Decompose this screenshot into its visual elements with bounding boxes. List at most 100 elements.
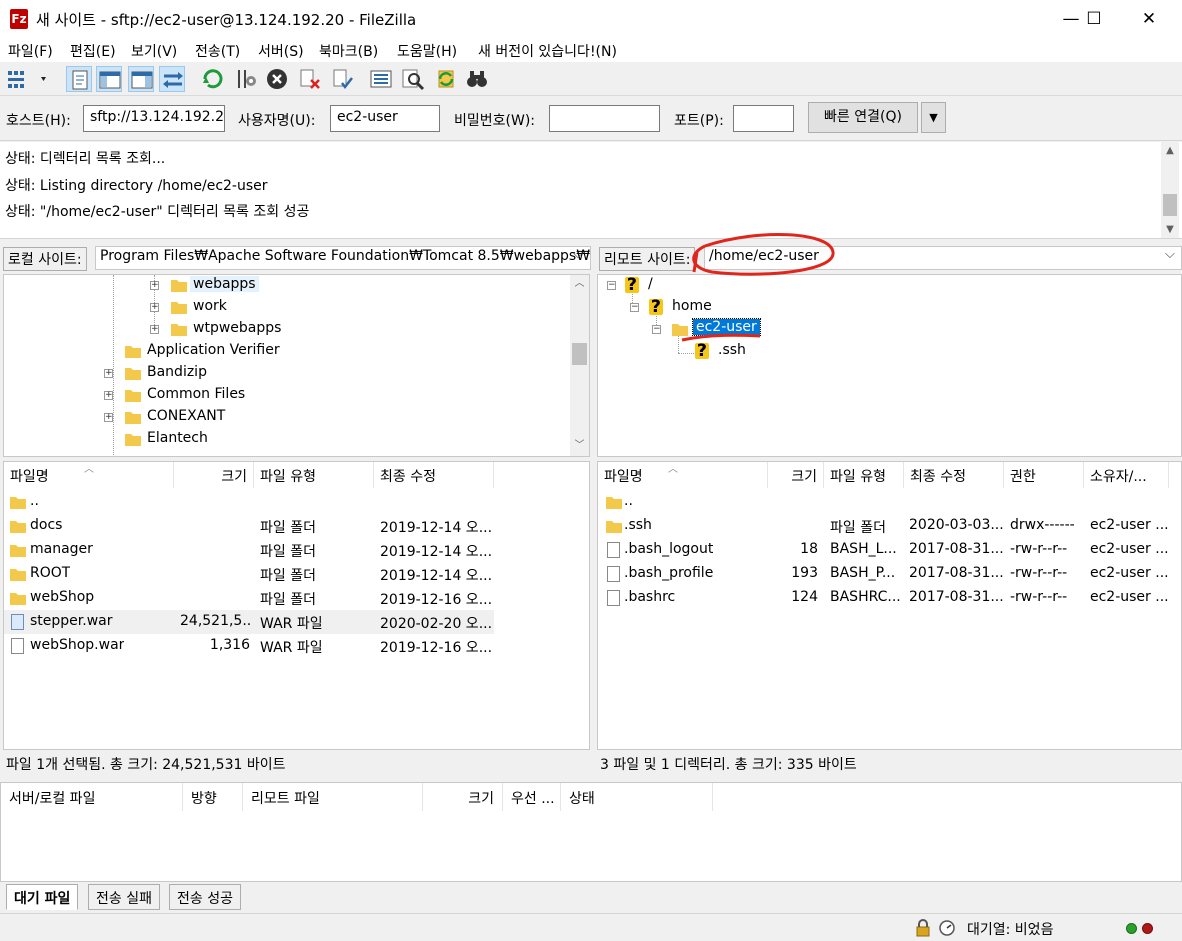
queue-header-size[interactable]: 크기	[423, 783, 503, 811]
menu-transfer[interactable]: 전송(T)	[195, 41, 240, 61]
queue-header-status[interactable]: 상태	[561, 783, 713, 811]
scroll-down-icon[interactable]: ﹀	[570, 437, 589, 454]
column-header-modified[interactable]: 최종 수정	[374, 462, 494, 488]
collapse-icon[interactable]: −	[630, 303, 639, 312]
host-input[interactable]: sftp://13.124.192.20	[83, 105, 225, 132]
quickconnect-history-dropdown[interactable]: ▼	[921, 102, 946, 133]
table-row[interactable]: .bashrc 124 BASHRC... 2017-08-31... -rw-…	[598, 586, 1181, 610]
local-site-bar: 로컬 사이트: Program Files₩Apache Software Fo…	[0, 243, 593, 273]
table-row[interactable]: ROOT 파일 폴더 2019-12-14 오...	[4, 562, 589, 586]
local-tree-scrollbar[interactable]: ︿ ﹀	[570, 275, 589, 456]
menu-view[interactable]: 보기(V)	[131, 41, 177, 61]
toggle-local-tree-icon[interactable]	[96, 66, 122, 92]
tree-node-ec2-user[interactable]: ec2-user	[692, 318, 761, 336]
collapse-icon[interactable]: −	[607, 281, 616, 290]
expand-icon[interactable]: +	[150, 281, 159, 290]
process-queue-icon[interactable]	[233, 66, 259, 92]
tree-node-work[interactable]: work	[193, 298, 227, 314]
scroll-down-icon[interactable]: ▼	[1161, 221, 1179, 238]
tree-node-ssh[interactable]: .ssh	[718, 342, 746, 358]
scroll-thumb[interactable]	[1163, 194, 1177, 216]
compare-directories-icon[interactable]	[433, 66, 459, 92]
menu-help[interactable]: 도움말(H)	[397, 41, 457, 61]
table-row[interactable]: .ssh 파일 폴더 2020-03-03... drwx------ ec2-…	[598, 514, 1181, 538]
column-header-owner[interactable]: 소유자/...	[1084, 462, 1169, 488]
table-row[interactable]: .bash_profile 193 BASH_P... 2017-08-31..…	[598, 562, 1181, 586]
column-header-permissions[interactable]: 권한	[1004, 462, 1084, 488]
quickconnect-button[interactable]: 빠른 연결(Q)	[808, 102, 918, 133]
table-row[interactable]: ..	[4, 490, 589, 514]
table-row[interactable]: ..	[598, 490, 1181, 514]
tree-node-conexant[interactable]: CONEXANT	[147, 408, 225, 424]
directory-listing-filters-icon[interactable]	[368, 66, 394, 92]
cancel-operation-icon[interactable]	[264, 66, 290, 92]
local-path-input[interactable]: Program Files₩Apache Software Foundation…	[95, 246, 591, 270]
tree-node-common-files[interactable]: Common Files	[147, 386, 245, 402]
table-row[interactable]: manager 파일 폴더 2019-12-14 오...	[4, 538, 589, 562]
remote-status: 3 파일 및 1 디렉터리. 총 크기: 335 바이트	[600, 757, 857, 773]
port-input[interactable]	[733, 105, 794, 132]
tree-node-application-verifier[interactable]: Application Verifier	[147, 342, 280, 358]
tab-queued-files[interactable]: 대기 파일	[6, 884, 79, 910]
remote-path-input[interactable]: /home/ec2-user	[704, 246, 1182, 270]
find-files-binoculars-icon[interactable]	[464, 66, 490, 92]
scroll-up-icon[interactable]: ︿	[570, 275, 589, 292]
column-header-size[interactable]: 크기	[768, 462, 824, 488]
menu-file[interactable]: 파일(F)	[8, 41, 53, 61]
search-icon[interactable]	[400, 66, 426, 92]
table-row[interactable]: docs 파일 폴더 2019-12-14 오...	[4, 514, 589, 538]
column-header-filename[interactable]: 파일명	[598, 462, 768, 488]
expand-icon[interactable]: +	[150, 303, 159, 312]
menu-bookmarks[interactable]: 북마크(B)	[319, 41, 378, 61]
tab-successful-transfers[interactable]: 전송 성공	[169, 884, 241, 910]
expand-icon[interactable]: +	[150, 325, 159, 334]
close-window-button[interactable]: ✕	[1126, 0, 1172, 38]
expand-icon[interactable]: +	[104, 369, 113, 378]
menu-server[interactable]: 서버(S)	[258, 41, 304, 61]
column-header-modified[interactable]: 최종 수정	[904, 462, 1004, 488]
scroll-up-icon[interactable]: ▲	[1161, 142, 1179, 159]
disconnect-icon[interactable]	[297, 66, 323, 92]
quickconnect-bar: 호스트(H): sftp://13.124.192.20 사용자명(U): ec…	[0, 97, 1182, 141]
file-owner: ec2-user ...	[1090, 517, 1169, 533]
site-manager-button[interactable]	[5, 66, 53, 92]
reconnect-icon[interactable]	[330, 66, 356, 92]
queue-header-priority[interactable]: 우선 ...	[503, 783, 561, 811]
toggle-remote-tree-icon[interactable]	[128, 66, 154, 92]
expand-icon[interactable]: +	[104, 413, 113, 422]
table-row[interactable]: .bash_logout 18 BASH_L... 2017-08-31... …	[598, 538, 1181, 562]
username-input[interactable]: ec2-user	[330, 105, 440, 132]
queue-header-direction[interactable]: 방향	[183, 783, 243, 811]
tree-node-wtpwebapps[interactable]: wtpwebapps	[193, 320, 281, 336]
column-header-type[interactable]: 파일 유형	[254, 462, 374, 488]
table-row[interactable]: webShop.war 1,316 WAR 파일 2019-12-16 오...	[4, 634, 589, 658]
tree-node-root[interactable]: /	[648, 276, 653, 292]
window-title: 새 사이트 - sftp://ec2-user@13.124.192.20 - …	[36, 11, 417, 29]
expand-icon[interactable]: +	[104, 391, 113, 400]
speed-limit-icon[interactable]	[938, 919, 956, 937]
refresh-icon[interactable]	[200, 66, 226, 92]
tree-node-bandizip[interactable]: Bandizip	[147, 364, 207, 380]
table-row-selected[interactable]: stepper.war 24,521,5... WAR 파일 2020-02-2…	[4, 610, 494, 634]
toggle-transfer-queue-icon[interactable]	[159, 66, 185, 92]
menu-new-version[interactable]: 새 버전이 있습니다!(N)	[478, 41, 617, 61]
scroll-thumb[interactable]	[572, 343, 587, 365]
table-row[interactable]: webShop 파일 폴더 2019-12-16 오...	[4, 586, 589, 610]
tree-node-home[interactable]: home	[672, 298, 712, 314]
tree-node-elantech[interactable]: Elantech	[147, 430, 208, 446]
chevron-down-icon[interactable]: ⌵	[573, 247, 583, 262]
chevron-down-icon[interactable]: ⌵	[1165, 247, 1175, 262]
log-scrollbar[interactable]: ▲ ▼	[1161, 142, 1179, 238]
column-header-size[interactable]: 크기	[174, 462, 254, 488]
toggle-message-log-icon[interactable]	[66, 66, 92, 92]
tab-failed-transfers[interactable]: 전송 실패	[88, 884, 160, 910]
menu-edit[interactable]: 편집(E)	[70, 41, 116, 61]
collapse-icon[interactable]: −	[652, 325, 661, 334]
maximize-button[interactable]: ☐	[1071, 0, 1117, 38]
queue-header-file[interactable]: 서버/로컬 파일	[1, 783, 183, 811]
column-header-type[interactable]: 파일 유형	[824, 462, 904, 488]
file-name: .bash_logout	[624, 541, 714, 557]
queue-header-remote[interactable]: 리모트 파일	[243, 783, 423, 811]
tree-node-webapps[interactable]: webapps	[190, 276, 259, 292]
password-input[interactable]	[549, 105, 660, 132]
